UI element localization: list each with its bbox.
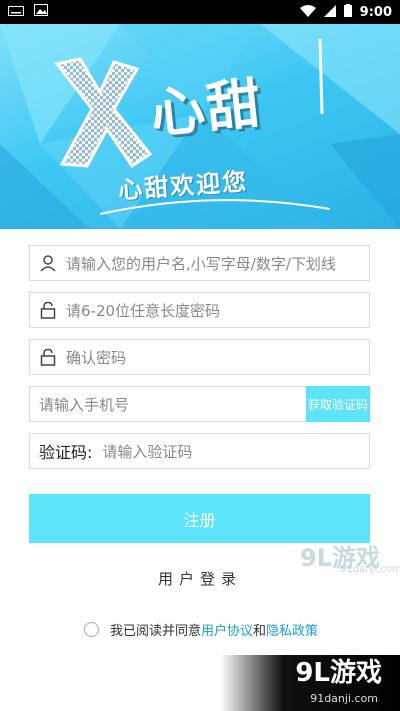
signal-icon [323, 4, 336, 21]
privacy-policy-link[interactable]: 隐私政策 [266, 620, 318, 639]
get-code-button[interactable]: 获取验证码 [306, 386, 370, 422]
user-icon [30, 245, 66, 281]
agreement-and: 和 [253, 624, 267, 639]
logo-title: 心甜 [147, 70, 266, 146]
code-placeholder: 请输入验证码 [102, 442, 193, 461]
code-label: 验证码: [39, 443, 93, 462]
keyboard-icon [8, 5, 24, 20]
agree-radio[interactable] [84, 622, 99, 637]
user-agreement-link[interactable]: 用户协议 [201, 620, 253, 639]
username-placeholder: 请输入您的用户名,小写字母/数字/下划线 [66, 254, 336, 273]
logo-checker-glyph [54, 57, 152, 169]
watermark-url: 91danji.com [340, 564, 400, 575]
header-banner: 心甜 心甜欢迎您 [0, 24, 400, 229]
battery-icon [343, 4, 352, 21]
watermark-url-large: 91danji.com [310, 692, 378, 705]
clock: 9:00 [359, 5, 392, 20]
logo-swoosh [99, 199, 331, 215]
phone-placeholder: 请输入手机号 [39, 395, 130, 414]
lock-icon [30, 339, 66, 375]
agreement-row: 我已阅读并同意 用户协议 和 隐私政策 [84, 620, 318, 639]
status-bar: 9:00 [0, 0, 400, 24]
wifi-icon [299, 4, 316, 21]
password-placeholder: 请6-20位任意长度密码 [66, 301, 221, 320]
verification-code-field[interactable]: 验证码: 请输入验证码 [29, 433, 370, 469]
image-icon [34, 4, 48, 20]
watermark-banner: 9L游戏 91danji.com [220, 655, 400, 711]
watermark-logo-large: 9L游戏 [295, 658, 382, 688]
agreement-prefix: 我已阅读并同意 [110, 624, 202, 639]
confirm-password-field[interactable]: 确认密码 [29, 339, 370, 375]
phone-field[interactable]: 请输入手机号 获取验证码 [29, 386, 370, 422]
confirm-password-placeholder: 确认密码 [66, 348, 127, 367]
register-button[interactable]: 注册 [29, 494, 370, 543]
username-field[interactable]: 请输入您的用户名,小写字母/数字/下划线 [29, 245, 370, 281]
logo-stroke [318, 38, 324, 115]
password-field[interactable]: 请6-20位任意长度密码 [29, 292, 370, 328]
lock-icon [30, 292, 66, 328]
